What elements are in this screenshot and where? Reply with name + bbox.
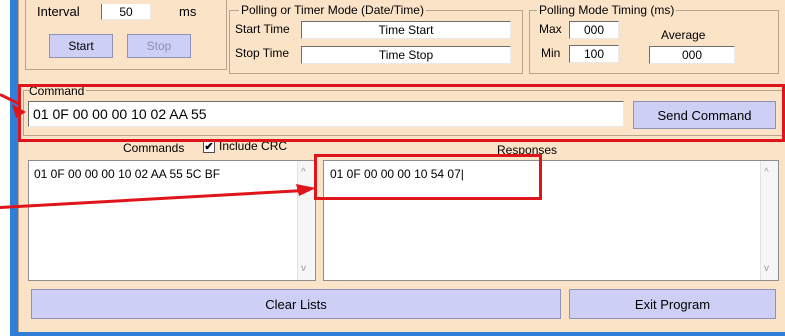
commands-list[interactable]: 01 0F 00 00 00 10 02 AA 55 5C BF ^ v bbox=[28, 160, 316, 281]
polling-group-label: Polling or Timer Mode (Date/Time) bbox=[239, 3, 426, 17]
exit-program-button[interactable]: Exit Program bbox=[569, 289, 776, 319]
command-highlight-box bbox=[18, 84, 785, 142]
checkmark-icon: ✔ bbox=[204, 141, 214, 153]
include-crc-checkbox[interactable]: ✔ bbox=[203, 141, 215, 153]
response-highlight-box bbox=[314, 154, 542, 200]
response-arrowhead-icon bbox=[296, 184, 316, 196]
average-label: Average bbox=[661, 28, 706, 42]
scroll-up-icon[interactable]: ^ bbox=[301, 167, 306, 178]
interval-label: Interval bbox=[37, 4, 80, 19]
clear-lists-button[interactable]: Clear Lists bbox=[31, 289, 561, 319]
polling-group bbox=[229, 10, 523, 74]
timing-group-label: Polling Mode Timing (ms) bbox=[537, 3, 677, 17]
list-item[interactable]: 01 0F 00 00 00 10 02 AA 55 5C BF bbox=[34, 167, 220, 181]
stop-time-input[interactable]: Time Stop bbox=[301, 46, 511, 64]
scroll-up-icon[interactable]: ^ bbox=[764, 167, 769, 178]
interval-unit: ms bbox=[179, 4, 197, 19]
max-input[interactable]: 000 bbox=[569, 21, 619, 39]
stop-time-label: Stop Time bbox=[235, 46, 290, 60]
scroll-down-icon[interactable]: v bbox=[764, 263, 769, 274]
min-input[interactable]: 100 bbox=[569, 45, 619, 63]
average-input[interactable]: 000 bbox=[649, 46, 735, 64]
commands-scrollbar[interactable]: ^ v bbox=[297, 161, 315, 280]
max-label: Max bbox=[539, 22, 562, 36]
start-time-label: Start Time bbox=[235, 22, 290, 36]
command-arrowhead-icon bbox=[12, 104, 26, 118]
timing-group bbox=[529, 10, 779, 74]
min-label: Min bbox=[541, 46, 561, 60]
start-time-input[interactable]: Time Start bbox=[301, 21, 511, 39]
commands-label: Commands bbox=[123, 141, 185, 155]
interval-input[interactable]: 50 bbox=[101, 4, 151, 20]
responses-scrollbar[interactable]: ^ v bbox=[760, 161, 778, 280]
scroll-down-icon[interactable]: v bbox=[301, 263, 306, 274]
start-button[interactable]: Start bbox=[49, 34, 113, 58]
stop-button[interactable]: Stop bbox=[127, 34, 191, 58]
